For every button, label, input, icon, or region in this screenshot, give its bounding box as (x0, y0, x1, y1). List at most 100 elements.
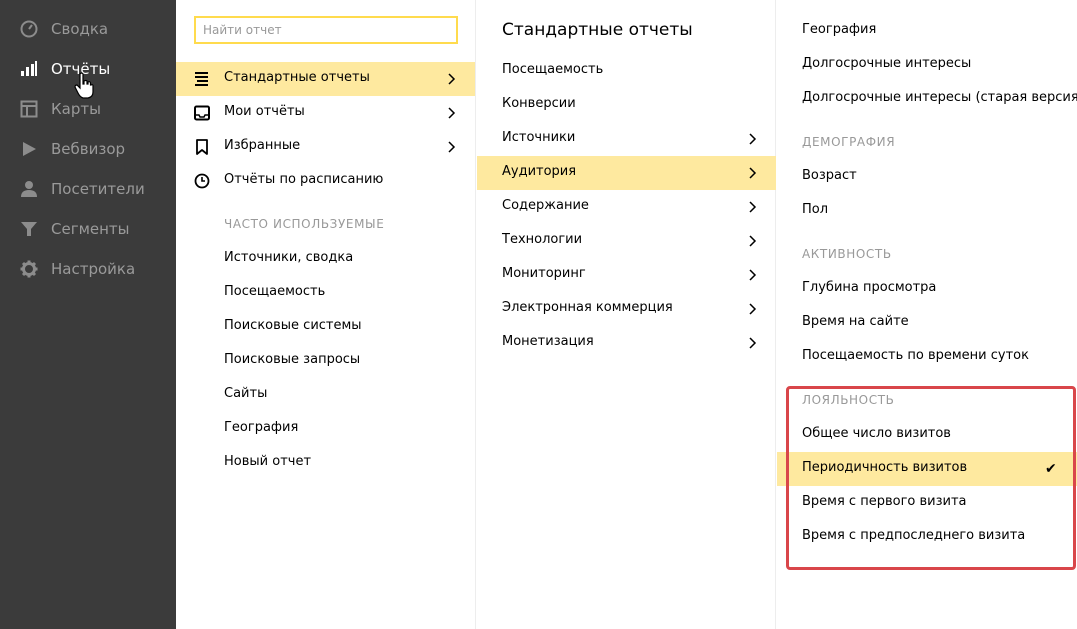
item-label: Посещаемость (502, 62, 604, 77)
chevron-right-icon (448, 141, 456, 153)
item-label: Источники (502, 130, 576, 145)
menu-item-standard-reports[interactable]: Стандартные отчеты (176, 62, 475, 96)
frequent-report-link[interactable]: Сайты (224, 386, 267, 401)
item-label: Время с предпоследнего визита (802, 528, 1026, 543)
nav-label: Карты (51, 100, 101, 118)
item-label: Конверсии (502, 96, 576, 111)
frequent-report-link[interactable]: Поисковые запросы (224, 352, 360, 367)
chevron-right-icon (749, 269, 757, 281)
audience-report-item-selected[interactable]: Периодичность визитов ✔ (777, 452, 1077, 486)
play-icon (23, 142, 36, 156)
nav-label: Сводка (51, 20, 109, 38)
nav-item-settings[interactable]: Настройка (0, 249, 176, 289)
item-label: Долгосрочные интересы (старая версия) (802, 90, 1077, 105)
item-label: Посещаемость по времени суток (802, 348, 1029, 363)
item-label: Пол (802, 202, 829, 217)
item-label: Аудитория (502, 164, 577, 179)
bar-chart-icon (21, 61, 37, 76)
chevron-right-icon (448, 73, 456, 85)
report-search-box[interactable] (194, 16, 458, 44)
nav-item-segments[interactable]: Сегменты (0, 209, 176, 249)
report-category-item[interactable]: Конверсии (477, 88, 776, 122)
filter-icon (21, 222, 37, 236)
nav-label: Сегменты (51, 220, 130, 238)
audience-report-item[interactable]: Глубина просмотра (777, 272, 1077, 306)
report-category-item[interactable]: Мониторинг (477, 258, 776, 292)
nav-label: Настройка (51, 260, 136, 278)
chevron-right-icon (749, 133, 757, 145)
item-label: Время на сайте (802, 314, 909, 329)
audience-report-item[interactable]: Долгосрочные интересы (777, 48, 1077, 82)
frequent-report-link[interactable]: Посещаемость (224, 284, 325, 299)
menu-item-label: Отчёты по расписанию (224, 172, 384, 187)
frequent-section-title: ЧАСТО ИСПОЛЬЗУЕМЫЕ (224, 217, 385, 231)
item-label: Глубина просмотра (802, 280, 937, 295)
report-category-item[interactable]: Технологии (477, 224, 776, 258)
nav-item-webvisor[interactable]: Вебвизор (0, 129, 176, 169)
chevron-right-icon (749, 235, 757, 247)
standard-reports-column: Стандартные отчеты Посещаемость Конверси… (477, 0, 776, 629)
menu-item-label: Избранные (224, 138, 301, 153)
clock-icon (194, 173, 210, 189)
audience-report-item[interactable]: Время с первого визита (777, 486, 1077, 520)
item-label: География (802, 22, 877, 37)
menu-item-label: Мои отчёты (224, 104, 305, 119)
report-category-item[interactable]: Электронная коммерция (477, 292, 776, 326)
main-sidebar: Сводка Отчёты Карты Вебвизор Посетители (0, 0, 176, 629)
user-icon (21, 181, 37, 197)
nav-label: Вебвизор (51, 140, 126, 158)
activity-section-title: АКТИВНОСТЬ (802, 247, 892, 261)
frequent-report-link[interactable]: Новый отчет (224, 454, 311, 469)
item-label: Периодичность визитов (802, 460, 968, 475)
list-icon (195, 72, 208, 86)
report-category-item[interactable]: Содержание (477, 190, 776, 224)
inbox-icon (194, 105, 210, 121)
item-label: Мониторинг (502, 266, 586, 281)
menu-item-scheduled-reports[interactable]: Отчёты по расписанию (176, 164, 475, 198)
chevron-right-icon (448, 107, 456, 119)
menu-item-my-reports[interactable]: Мои отчёты (176, 96, 475, 130)
item-label: Время с первого визита (802, 494, 967, 509)
audience-report-item[interactable]: Общее число визитов (777, 418, 1077, 452)
report-category-item[interactable]: Источники (477, 122, 776, 156)
gear-icon (20, 260, 38, 278)
frequent-report-link[interactable]: География (224, 420, 298, 435)
reports-menu-column: Стандартные отчеты Мои отчёты Избранные … (176, 0, 476, 629)
item-label: Монетизация (502, 334, 594, 349)
checkmark-icon: ✔ (1045, 461, 1057, 477)
hand-cursor-icon (74, 72, 94, 99)
item-label: Возраст (802, 168, 857, 183)
frequent-report-link[interactable]: Поисковые системы (224, 318, 362, 333)
item-label: Общее число визитов (802, 426, 951, 441)
menu-item-favorites[interactable]: Избранные (176, 130, 475, 164)
chevron-right-icon (749, 303, 757, 315)
audience-report-item[interactable]: Возраст (777, 160, 1077, 194)
item-label: Долгосрочные интересы (802, 56, 972, 71)
item-label: Содержание (502, 198, 589, 213)
nav-item-visitors[interactable]: Посетители (0, 169, 176, 209)
report-category-item-selected[interactable]: Аудитория (477, 156, 776, 190)
report-search-input[interactable] (196, 18, 456, 42)
loyalty-section-title: ЛОЯЛЬНОСТЬ (802, 393, 895, 407)
audience-report-item[interactable]: Время на сайте (777, 306, 1077, 340)
report-category-item[interactable]: Посещаемость (477, 54, 776, 88)
menu-item-label: Стандартные отчеты (224, 70, 370, 85)
audience-report-item[interactable]: Посещаемость по времени суток (777, 340, 1077, 374)
layout-map-icon (20, 100, 38, 118)
audience-report-item[interactable]: Пол (777, 194, 1077, 228)
audience-report-item[interactable]: География (777, 14, 1077, 48)
gauge-icon (20, 20, 38, 38)
audience-reports-column: География Долгосрочные интересы Долгосро… (777, 0, 1077, 629)
report-category-item[interactable]: Монетизация (477, 326, 776, 360)
bookmark-icon (196, 139, 208, 155)
chevron-right-icon (749, 167, 757, 179)
item-label: Электронная коммерция (502, 300, 673, 315)
nav-label: Посетители (51, 180, 145, 198)
chevron-right-icon (749, 337, 757, 349)
demography-section-title: ДЕМОГРАФИЯ (802, 135, 896, 149)
frequent-report-link[interactable]: Источники, сводка (224, 250, 353, 265)
column-title: Стандартные отчеты (502, 20, 693, 40)
audience-report-item[interactable]: Время с предпоследнего визита (777, 520, 1077, 554)
audience-report-item[interactable]: Долгосрочные интересы (старая версия) (777, 82, 1077, 116)
nav-item-summary[interactable]: Сводка (0, 9, 176, 49)
